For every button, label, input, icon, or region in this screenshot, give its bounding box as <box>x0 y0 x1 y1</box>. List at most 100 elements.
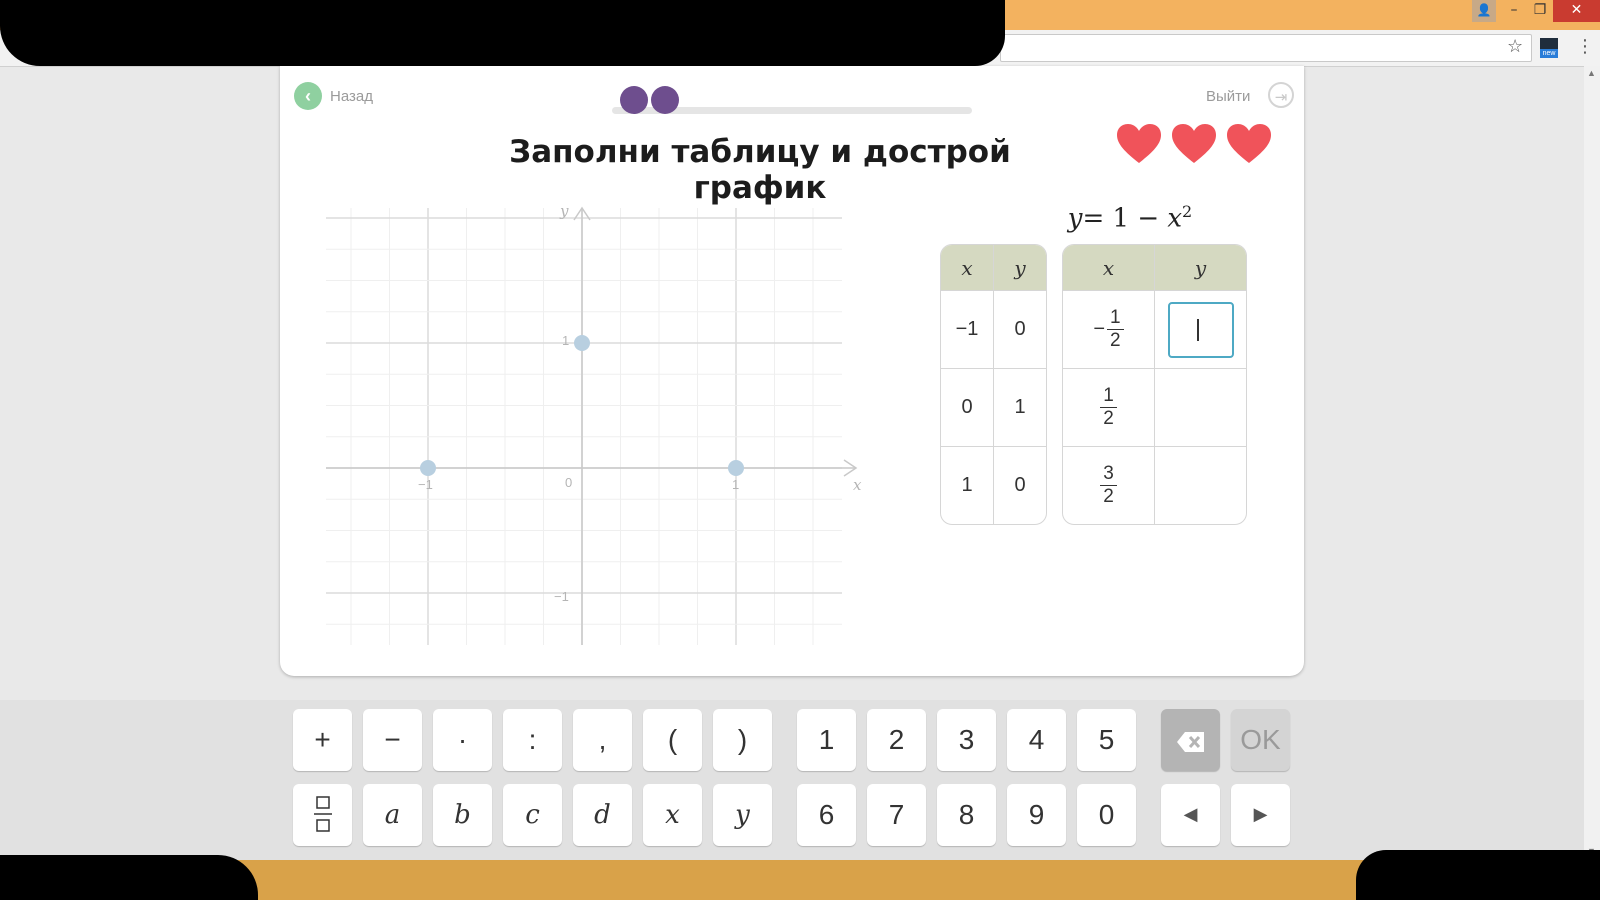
table-row: −1 0 <box>941 290 1046 369</box>
progress-indicator <box>612 82 972 122</box>
key-digit-9[interactable]: 9 <box>1007 784 1066 846</box>
key-var-x[interactable]: x <box>643 784 702 846</box>
lives-indicator <box>1115 120 1285 170</box>
x-axis-label: x <box>853 476 862 494</box>
key-var-c[interactable]: c <box>503 784 562 846</box>
formula-exponent: 2 <box>1182 202 1193 221</box>
table-row: 1 0 <box>941 446 1046 524</box>
key-digit-0[interactable]: 0 <box>1077 784 1136 846</box>
key-digit-3[interactable]: 3 <box>937 709 996 771</box>
text-caret <box>1196 318 1199 341</box>
graph-point <box>420 460 436 476</box>
table-cell-y[interactable] <box>1154 290 1246 369</box>
key-digit-7[interactable]: 7 <box>867 784 926 846</box>
y-axis-label: y <box>559 202 569 220</box>
key-var-y[interactable]: y <box>713 784 772 846</box>
redacted-region <box>0 0 1005 66</box>
progress-dot <box>620 86 648 114</box>
y-tick-label: 1 <box>562 333 569 348</box>
address-bar[interactable] <box>1000 34 1532 62</box>
fraction-denominator: 2 <box>1103 408 1114 429</box>
redacted-region <box>0 855 258 900</box>
table-cell: 1 <box>993 368 1046 447</box>
function-formula: y= 1 − x2 <box>1020 202 1240 234</box>
table-cell-y[interactable] <box>1154 368 1246 447</box>
key-var-b[interactable]: b <box>433 784 492 846</box>
table-cell-x: 32 <box>1063 446 1155 524</box>
maximize-button[interactable]: ❐ <box>1528 0 1552 22</box>
key-digit-5[interactable]: 5 <box>1077 709 1136 771</box>
coordinate-graph[interactable]: x y 0 −1 1 1 −1 <box>322 200 862 660</box>
close-window-button[interactable]: ✕ <box>1553 0 1600 22</box>
browser-menu-icon[interactable]: ⋮ <box>1576 36 1594 57</box>
fraction-sign: − <box>1093 318 1106 340</box>
cursor-left-button[interactable]: ◀ <box>1161 784 1220 846</box>
answer-input[interactable] <box>1167 301 1234 358</box>
heart-icon <box>1172 124 1216 163</box>
exit-button[interactable]: Выйти ⇥ <box>1206 82 1298 112</box>
key-plus[interactable]: + <box>293 709 352 771</box>
table-cell: 0 <box>941 368 994 447</box>
mail-extension-icon[interactable]: new <box>1538 36 1560 58</box>
key-digit-8[interactable]: 8 <box>937 784 996 846</box>
origin-label: 0 <box>565 475 572 490</box>
key-digit-1[interactable]: 1 <box>797 709 856 771</box>
extension-badge: new <box>1540 49 1558 58</box>
key-digit-2[interactable]: 2 <box>867 709 926 771</box>
heart-icon <box>1227 124 1271 163</box>
ok-button[interactable]: OK <box>1231 709 1290 771</box>
key-open-paren[interactable]: ( <box>643 709 702 771</box>
fraction-numerator: 1 <box>1100 385 1117 408</box>
backspace-key[interactable] <box>1161 709 1220 771</box>
table-header: x <box>1063 245 1155 291</box>
table-header: x <box>941 245 994 291</box>
fraction-denominator: 2 <box>1103 486 1114 507</box>
exit-label: Выйти <box>1206 88 1251 105</box>
graph-axes <box>326 206 858 645</box>
page-scrollbar[interactable] <box>1584 66 1600 860</box>
key-close-paren[interactable]: ) <box>713 709 772 771</box>
key-digit-4[interactable]: 4 <box>1007 709 1066 771</box>
key-fraction[interactable] <box>293 784 352 846</box>
fill-in-table: x y −1 2 12 3 2 <box>1062 244 1247 525</box>
task-card: ‹ Назад Выйти ⇥ Заполни таблицу и достро… <box>280 66 1304 676</box>
fraction: 12 <box>1107 307 1124 352</box>
x-tick-label: 1 <box>732 477 739 492</box>
chevron-left-icon: ‹ <box>294 82 322 110</box>
back-label: Назад <box>330 88 373 105</box>
key-var-d[interactable]: d <box>573 784 632 846</box>
table-row: 12 <box>1063 368 1246 447</box>
fraction: 32 <box>1100 463 1117 508</box>
key-var-a[interactable]: a <box>363 784 422 846</box>
table-cell-y[interactable] <box>1154 446 1246 524</box>
table-cell: −1 <box>941 290 994 369</box>
table-row: −1 2 <box>1063 290 1246 369</box>
table-row: 32 <box>1063 446 1246 524</box>
given-values-table: x y −1 0 0 1 1 0 <box>940 244 1047 525</box>
math-keyboard: + − · : , ( ) 1 2 3 4 5 OK a b c d x y 6… <box>0 700 1584 860</box>
redacted-region <box>1356 850 1600 900</box>
table-header: y <box>1154 245 1246 291</box>
fraction: 12 <box>1100 385 1117 430</box>
table-cell: 0 <box>993 290 1046 369</box>
table-row: 0 1 <box>941 368 1046 447</box>
progress-dot <box>651 86 679 114</box>
minimize-button[interactable]: – <box>1502 0 1526 22</box>
scroll-up-icon[interactable]: ▲ <box>1587 68 1596 78</box>
bookmark-star-icon[interactable]: ☆ <box>1507 36 1523 57</box>
fraction-denominator: 2 <box>1110 330 1121 351</box>
cursor-right-button[interactable]: ▶ <box>1231 784 1290 846</box>
key-comma[interactable]: , <box>573 709 632 771</box>
table-cell: 1 <box>941 446 994 524</box>
profile-icon[interactable]: 👤 <box>1472 0 1496 22</box>
key-minus[interactable]: − <box>363 709 422 771</box>
fraction-icon <box>313 795 332 832</box>
key-digit-6[interactable]: 6 <box>797 784 856 846</box>
key-divide-colon[interactable]: : <box>503 709 562 771</box>
table-header: y <box>993 245 1046 291</box>
formula-var: x <box>1167 203 1183 234</box>
formula-rhs: = 1 − <box>1082 203 1168 234</box>
graph-grid <box>326 208 842 645</box>
table-cell-x: −1 2 <box>1063 290 1155 369</box>
key-multiply-dot[interactable]: · <box>433 709 492 771</box>
